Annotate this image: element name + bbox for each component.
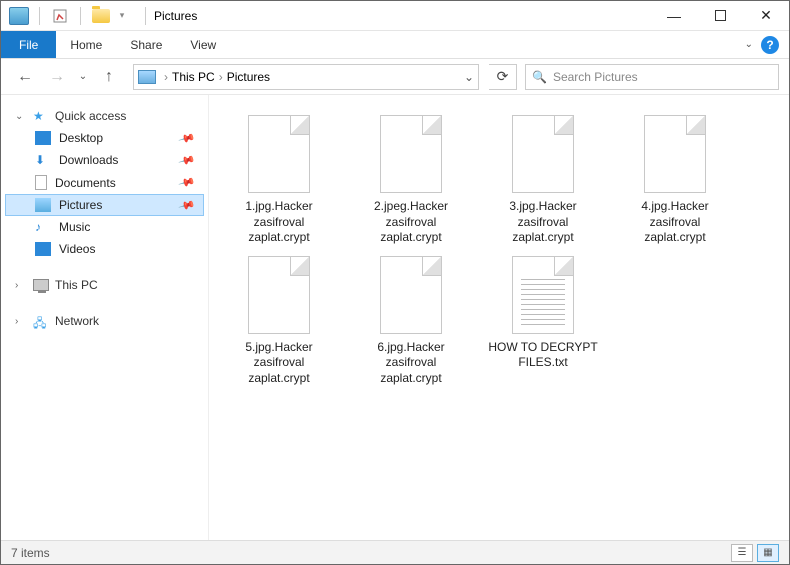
file-icon (512, 115, 574, 193)
sidebar-item-documents[interactable]: Documents 📌 (5, 171, 204, 194)
file-area[interactable]: 1.jpg.Hacker zasifroval zaplat.crypt 2.j… (209, 95, 789, 541)
recent-dropdown-icon[interactable]: ⌄ (75, 63, 91, 91)
desktop-icon (35, 131, 51, 145)
file-icon (248, 256, 310, 334)
qat-separator (80, 7, 81, 25)
file-name: 5.jpg.Hacker zasifroval zaplat.crypt (223, 340, 335, 387)
file-item[interactable]: 5.jpg.Hacker zasifroval zaplat.crypt (223, 256, 335, 387)
sidebar-item-videos[interactable]: Videos (5, 238, 204, 260)
file-icon (380, 115, 442, 193)
search-input[interactable]: 🔍 Search Pictures (525, 64, 779, 90)
documents-icon (35, 175, 47, 190)
window-title: Pictures (154, 9, 197, 23)
file-name: 3.jpg.Hacker zasifroval zaplat.crypt (487, 199, 599, 246)
nav-pane: ⌄ ★ Quick access Desktop 📌 ⬇ Downloads 📌 Do… (1, 95, 209, 541)
sidebar-label: Pictures (59, 198, 102, 212)
address-dropdown-icon[interactable]: ⌄ (464, 70, 474, 84)
thispc-icon (33, 279, 49, 291)
navbar: ← → ⌄ ↑ › This PC › Pictures ⌄ ⟳ 🔍 Searc… (1, 59, 789, 95)
help-icon[interactable]: ? (761, 36, 779, 54)
file-item[interactable]: 2.jpeg.Hacker zasifroval zaplat.crypt (355, 115, 467, 246)
window-controls: — ✕ (651, 1, 789, 31)
file-item[interactable]: HOW TO DECRYPT FILES.txt (487, 256, 599, 387)
search-icon: 🔍 (532, 70, 547, 84)
icons-view-button[interactable]: ▦ (757, 544, 779, 562)
sidebar-label: Music (59, 220, 90, 234)
title-separator (145, 7, 146, 25)
file-icon (248, 115, 310, 193)
downloads-icon: ⬇ (35, 153, 51, 167)
sidebar-label: Network (55, 314, 99, 328)
crumb-folder[interactable]: Pictures (227, 70, 270, 84)
sidebar-label: Desktop (59, 131, 103, 145)
back-button[interactable]: ← (11, 63, 39, 91)
sidebar-item-downloads[interactable]: ⬇ Downloads 📌 (5, 149, 204, 171)
file-name: 1.jpg.Hacker zasifroval zaplat.crypt (223, 199, 335, 246)
sidebar-item-thispc[interactable]: › This PC (5, 274, 204, 296)
file-name: HOW TO DECRYPT FILES.txt (487, 340, 599, 371)
share-tab[interactable]: Share (116, 31, 176, 58)
tree-caret-icon[interactable]: ⌄ (15, 111, 27, 122)
qat: ▾ Pictures (1, 4, 197, 28)
address-bar[interactable]: › This PC › Pictures ⌄ (133, 64, 479, 90)
sidebar-label: Documents (55, 176, 116, 190)
qat-dropdown-icon[interactable]: ▾ (115, 4, 129, 28)
forward-button[interactable]: → (43, 63, 71, 91)
pin-icon: 📌 (178, 151, 196, 169)
sidebar-label: Downloads (59, 153, 118, 167)
crumb-thispc[interactable]: This PC (172, 70, 215, 84)
videos-icon (35, 242, 51, 256)
file-item[interactable]: 4.jpg.Hacker zasifroval zaplat.crypt (619, 115, 731, 246)
view-tab[interactable]: View (176, 31, 230, 58)
pin-icon: 📌 (178, 196, 196, 214)
refresh-button[interactable]: ⟳ (489, 64, 517, 90)
qat-properties-icon[interactable] (48, 4, 72, 28)
crumb-chevron-icon[interactable]: › (164, 70, 168, 84)
tree-caret-icon[interactable]: › (15, 316, 27, 327)
ribbon-expand-icon[interactable]: ⌄ (745, 39, 753, 50)
sidebar-item-desktop[interactable]: Desktop 📌 (5, 127, 204, 149)
sidebar-label: Videos (59, 242, 95, 256)
up-button[interactable]: ↑ (95, 63, 123, 91)
pictures-icon (35, 198, 51, 212)
close-button[interactable]: ✕ (743, 1, 789, 31)
details-view-button[interactable]: ☰ (731, 544, 753, 562)
ribbon-tabs: File Home Share View ⌄ ? (1, 31, 789, 59)
crumb-chevron-icon[interactable]: › (219, 70, 223, 84)
titlebar: ▾ Pictures — ✕ (1, 1, 789, 31)
minimize-button[interactable]: — (651, 1, 697, 31)
file-item[interactable]: 1.jpg.Hacker zasifroval zaplat.crypt (223, 115, 335, 246)
maximize-button[interactable] (697, 1, 743, 31)
qat-separator (39, 7, 40, 25)
file-name: 2.jpeg.Hacker zasifroval zaplat.crypt (355, 199, 467, 246)
explorer-icon[interactable] (7, 4, 31, 28)
folder-icon[interactable] (89, 4, 113, 28)
item-count: 7 items (11, 546, 50, 560)
file-item[interactable]: 6.jpg.Hacker zasifroval zaplat.crypt (355, 256, 467, 387)
sidebar-item-network[interactable]: › 🖧 Network (5, 310, 204, 332)
file-name: 4.jpg.Hacker zasifroval zaplat.crypt (619, 199, 731, 246)
sidebar-item-pictures[interactable]: Pictures 📌 (5, 194, 204, 216)
network-icon: 🖧 (33, 314, 49, 328)
status-bar: 7 items ☰ ▦ (1, 540, 789, 564)
file-icon (644, 115, 706, 193)
home-tab[interactable]: Home (56, 31, 116, 58)
file-icon (380, 256, 442, 334)
file-name: 6.jpg.Hacker zasifroval zaplat.crypt (355, 340, 467, 387)
sidebar-item-music[interactable]: ♪ Music (5, 216, 204, 238)
search-placeholder: Search Pictures (553, 70, 638, 84)
sidebar-label: This PC (55, 278, 98, 292)
txt-file-icon (512, 256, 574, 334)
star-icon: ★ (33, 109, 49, 123)
pin-icon: 📌 (178, 173, 196, 191)
location-icon (138, 70, 156, 84)
tree-caret-icon[interactable]: › (15, 280, 27, 291)
music-icon: ♪ (35, 220, 51, 234)
file-item[interactable]: 3.jpg.Hacker zasifroval zaplat.crypt (487, 115, 599, 246)
quick-access-header[interactable]: ⌄ ★ Quick access (5, 105, 204, 127)
quick-access-label: Quick access (55, 109, 126, 123)
pin-icon: 📌 (178, 129, 196, 147)
file-tab[interactable]: File (1, 31, 56, 58)
